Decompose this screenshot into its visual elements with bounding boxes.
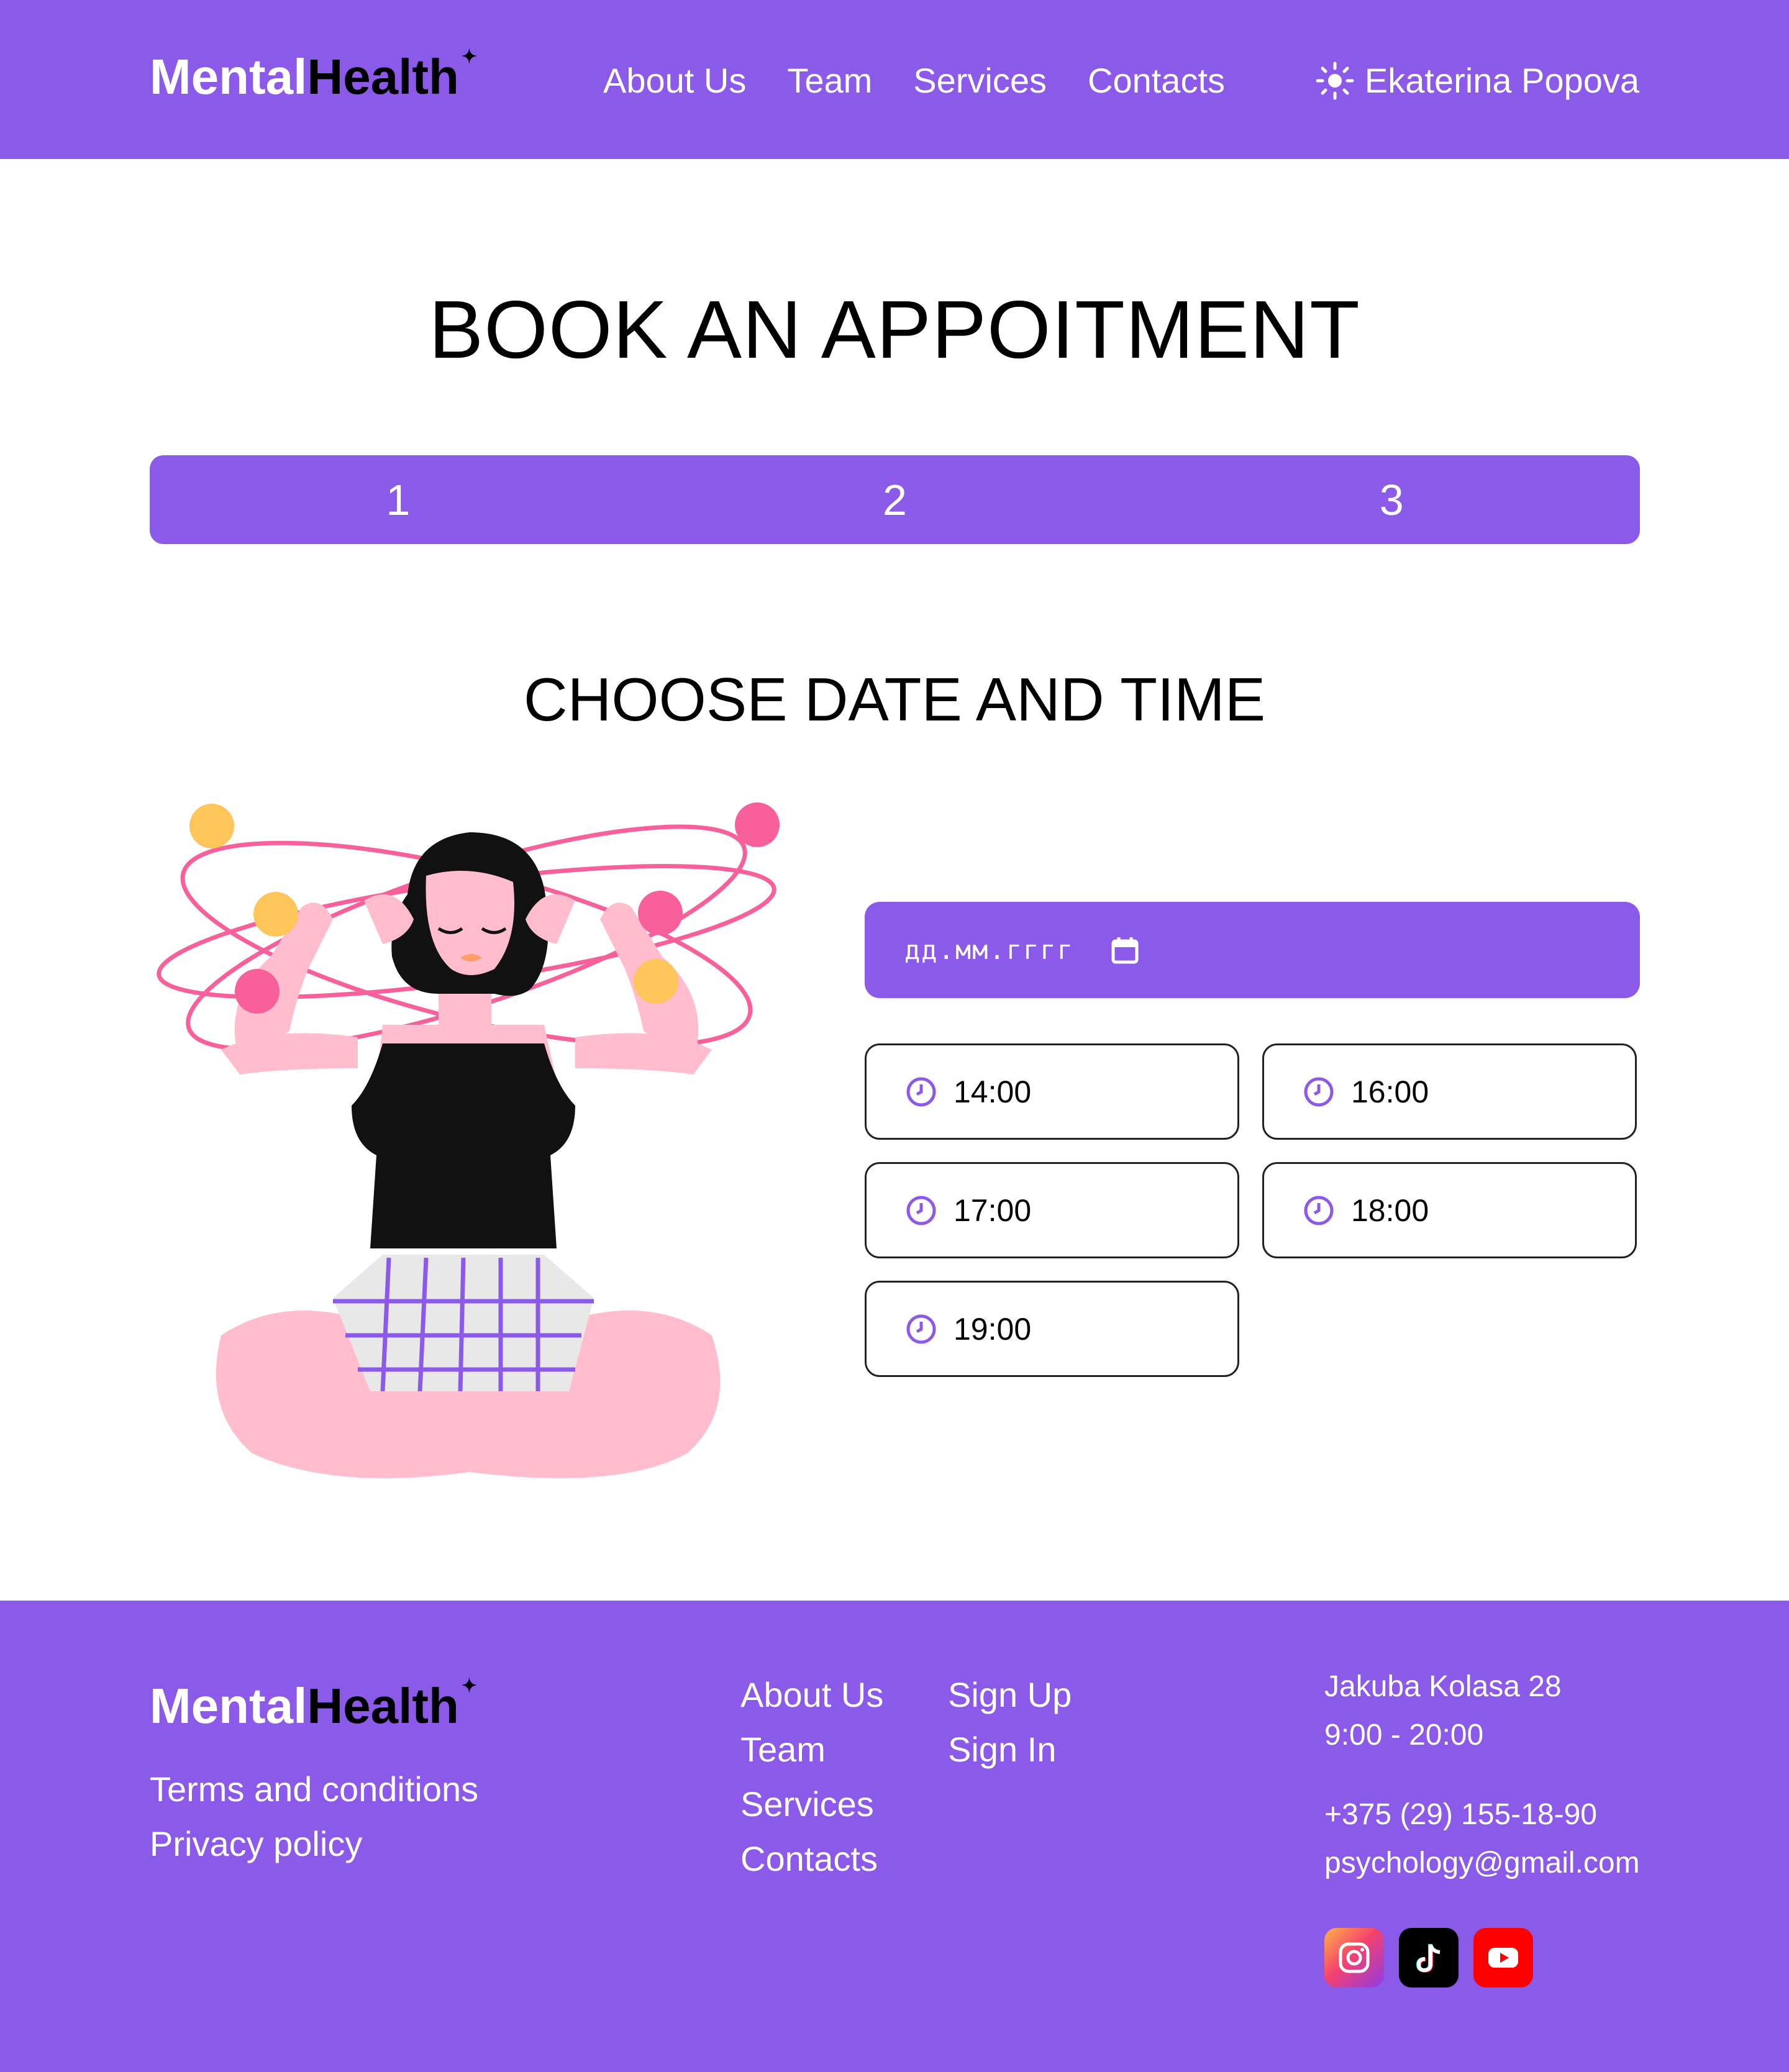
footer-logo[interactable]: Mental Health ✦: [150, 1676, 477, 1740]
sign-in-link[interactable]: Sign In: [948, 1722, 1072, 1777]
date-input[interactable]: дд.мм.гггг: [865, 902, 1640, 998]
opening-hours: 9:00 - 20:00: [1324, 1719, 1484, 1752]
sign-up-link[interactable]: Sign Up: [948, 1668, 1072, 1722]
step-1[interactable]: 1: [150, 455, 647, 544]
logo-star-icon: ✦: [461, 47, 477, 67]
instagram-icon[interactable]: [1324, 1928, 1384, 1988]
terms-link[interactable]: Terms and conditions: [150, 1762, 478, 1817]
step-3[interactable]: 3: [1143, 455, 1640, 544]
footer-services-link[interactable]: Services: [740, 1777, 883, 1832]
user-menu[interactable]: Ekaterina Popova: [1315, 56, 1639, 106]
phone-number[interactable]: +375 (29) 155-18-90: [1324, 1791, 1640, 1839]
section-title: CHOOSE DATE AND TIME: [523, 665, 1266, 734]
sun-icon[interactable]: [1315, 61, 1355, 101]
site-logo[interactable]: Mental Health ✦: [150, 47, 477, 111]
clock-icon: [1304, 1196, 1334, 1225]
time-slot-label: 14:00: [954, 1074, 1032, 1109]
footer-contact-info: Jakuba Kolasa 28 9:00 - 20:00 +375 (29) …: [1324, 1663, 1640, 1888]
site-footer: Mental Health ✦ Terms and conditions Priva…: [0, 1601, 1789, 2072]
nav-contacts[interactable]: Contacts: [1088, 56, 1225, 106]
clock-icon: [906, 1196, 936, 1225]
footer-nav-links: About Us Team Services Contacts: [740, 1668, 883, 1886]
nav-team[interactable]: Team: [787, 56, 872, 106]
site-header: Mental Health ✦ About Us Team Services Con…: [0, 0, 1789, 159]
clock-icon: [1304, 1077, 1334, 1106]
nav-about-us[interactable]: About Us: [603, 56, 746, 106]
nav-services[interactable]: Services: [913, 56, 1047, 106]
time-slot-1400[interactable]: 14:00: [865, 1043, 1239, 1140]
privacy-link[interactable]: Privacy policy: [150, 1817, 478, 1871]
time-slot-label: 17:00: [954, 1193, 1032, 1228]
clock-icon: [906, 1314, 936, 1343]
clock-icon: [906, 1077, 936, 1106]
logo-part-health: Health: [307, 1678, 459, 1733]
time-slot-label: 16:00: [1351, 1074, 1429, 1109]
date-placeholder: дд.мм.гггг: [904, 935, 1074, 965]
logo-part-mental: Mental: [150, 49, 307, 104]
time-slot-label: 18:00: [1351, 1193, 1429, 1228]
time-slot-1800[interactable]: 18:00: [1262, 1162, 1637, 1258]
user-name: Ekaterina Popova: [1364, 61, 1639, 100]
footer-contacts-link[interactable]: Contacts: [740, 1832, 883, 1886]
logo-part-mental: Mental: [150, 1678, 307, 1733]
youtube-icon[interactable]: [1473, 1928, 1533, 1988]
social-links: [1324, 1928, 1533, 1988]
page-title: BOOK AN APPOITMENT: [429, 284, 1360, 375]
footer-legal-links: Terms and conditions Privacy policy: [150, 1762, 478, 1871]
time-slot-1700[interactable]: 17:00: [865, 1162, 1239, 1258]
footer-auth-links: Sign Up Sign In: [948, 1668, 1072, 1777]
footer-about-us-link[interactable]: About Us: [740, 1668, 883, 1722]
address: Jakuba Kolasa 28: [1324, 1670, 1562, 1703]
time-slot-label: 19:00: [954, 1311, 1032, 1347]
footer-team-link[interactable]: Team: [740, 1722, 883, 1777]
logo-part-health: Health: [307, 49, 459, 104]
meditating-woman-illustration: [157, 802, 780, 1478]
booking-steps: 1 2 3: [150, 455, 1640, 544]
time-slot-1600[interactable]: 16:00: [1262, 1043, 1637, 1140]
main-nav: About Us Team Services Contacts: [603, 56, 1266, 106]
email-address[interactable]: psychology@gmail.com: [1324, 1839, 1640, 1888]
step-2[interactable]: 2: [647, 455, 1144, 544]
calendar-icon[interactable]: [1110, 935, 1140, 965]
time-slot-1900[interactable]: 19:00: [865, 1281, 1239, 1377]
logo-star-icon: ✦: [461, 1676, 477, 1696]
tiktok-icon[interactable]: [1399, 1928, 1459, 1988]
